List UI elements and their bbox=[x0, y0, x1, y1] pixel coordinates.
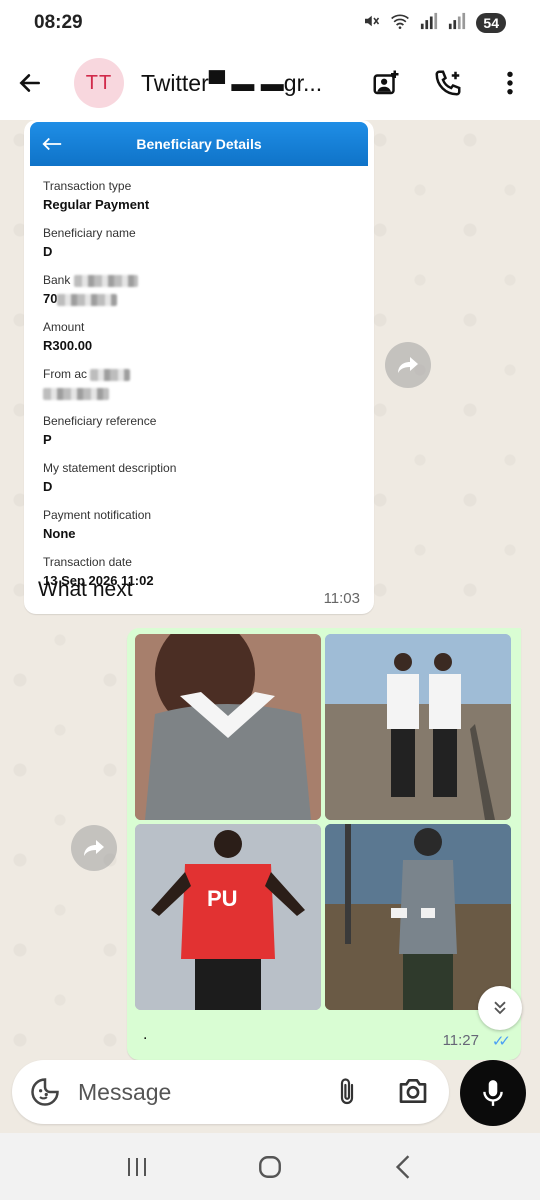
field-bank: Bank 70 bbox=[30, 273, 368, 307]
add-media-button[interactable] bbox=[370, 67, 402, 99]
redaction-blur bbox=[90, 368, 131, 381]
field-payment-notification: Payment notification None bbox=[30, 508, 368, 542]
field-amount: Amount R300.00 bbox=[30, 320, 368, 354]
field-label: Beneficiary name bbox=[43, 226, 136, 240]
redaction-blur bbox=[43, 387, 109, 400]
receipt-title: Beneficiary Details bbox=[136, 136, 262, 152]
message-caption: What next bbox=[38, 578, 133, 601]
field-beneficiary-name: Beneficiary name D bbox=[30, 226, 368, 260]
receipt-screenshot[interactable]: Beneficiary Details Transaction type Reg… bbox=[30, 122, 368, 588]
forward-button[interactable] bbox=[385, 342, 431, 388]
field-label: From ac bbox=[43, 367, 368, 381]
field-label: Amount bbox=[43, 320, 85, 334]
home-icon bbox=[259, 1155, 281, 1178]
forward-icon bbox=[84, 840, 104, 856]
photo-thumbnail[interactable] bbox=[325, 634, 511, 820]
field-label-text: Bank bbox=[43, 273, 71, 287]
contact-name[interactable]: Twitter▀ ▬ ▬gr... bbox=[141, 70, 351, 97]
message-time: 11:03 bbox=[323, 590, 360, 607]
system-navigation-bar bbox=[0, 1133, 540, 1200]
attach-button[interactable] bbox=[335, 1076, 359, 1113]
home-button[interactable] bbox=[250, 1147, 290, 1187]
field-label: Transaction date bbox=[43, 555, 132, 569]
field-value: 70 bbox=[43, 291, 368, 307]
field-label: Beneficiary reference bbox=[43, 414, 157, 428]
scroll-to-bottom-button[interactable] bbox=[478, 986, 522, 1030]
receipt-title-bar: Beneficiary Details bbox=[30, 122, 368, 166]
redaction-blur bbox=[73, 274, 138, 287]
signal-icon-2 bbox=[448, 12, 466, 34]
recent-apps-icon bbox=[127, 1157, 146, 1176]
field-statement-description: My statement description D bbox=[30, 461, 368, 495]
photo-thumbnail[interactable] bbox=[325, 824, 511, 1010]
sticker-icon bbox=[31, 1078, 59, 1106]
wifi-icon bbox=[390, 12, 410, 34]
field-label-text: From ac bbox=[43, 367, 88, 381]
field-value: None bbox=[43, 526, 76, 541]
system-back-button[interactable] bbox=[383, 1147, 423, 1187]
arrow-left-icon bbox=[19, 74, 40, 92]
battery-badge: 54 bbox=[476, 13, 506, 33]
field-transaction-type: Transaction type Regular Payment bbox=[30, 179, 368, 213]
chevron-left-icon bbox=[396, 1154, 410, 1179]
field-value: Regular Payment bbox=[43, 197, 150, 212]
photo-logo-text: PU bbox=[207, 886, 238, 911]
field-value bbox=[43, 385, 368, 401]
message-input[interactable] bbox=[78, 1078, 318, 1106]
mute-icon bbox=[362, 12, 380, 34]
paperclip-icon bbox=[340, 1078, 354, 1105]
field-value: D bbox=[43, 244, 53, 259]
read-receipt-icon: ✓✓ bbox=[491, 1033, 511, 1050]
field-value-text: 70 bbox=[43, 291, 58, 306]
field-label: Transaction type bbox=[43, 179, 132, 193]
photo-person-3: PU bbox=[135, 824, 321, 1010]
status-time: 08:29 bbox=[34, 12, 83, 33]
chat-header: TT Twitter▀ ▬ ▬gr... bbox=[0, 46, 540, 120]
header-actions bbox=[370, 46, 526, 120]
photo-people-2 bbox=[325, 634, 511, 820]
voice-message-button[interactable] bbox=[460, 1060, 526, 1126]
photo-person-4 bbox=[325, 824, 511, 1010]
field-value: P bbox=[43, 432, 52, 447]
chevron-double-down-icon bbox=[494, 1001, 506, 1015]
back-button[interactable] bbox=[0, 46, 60, 120]
field-beneficiary-reference: Beneficiary reference P bbox=[30, 414, 368, 448]
field-label: My statement description bbox=[43, 461, 177, 475]
more-icon bbox=[507, 71, 513, 95]
field-label: Bank bbox=[43, 273, 368, 287]
photo-person-1 bbox=[135, 634, 321, 820]
more-button[interactable] bbox=[494, 67, 526, 99]
add-call-icon bbox=[435, 70, 461, 96]
add-call-button[interactable] bbox=[432, 67, 464, 99]
field-value: R300.00 bbox=[43, 338, 93, 353]
status-bar: 08:29 54 bbox=[0, 0, 540, 46]
composer bbox=[0, 1060, 540, 1130]
forward-button[interactable] bbox=[71, 825, 117, 871]
message-caption: . bbox=[143, 1026, 148, 1043]
receipt-back-arrow-icon bbox=[30, 136, 74, 152]
message-input-container bbox=[12, 1060, 449, 1124]
signal-icon bbox=[420, 12, 438, 34]
field-label: Payment notification bbox=[43, 508, 152, 522]
incoming-message[interactable]: Beneficiary Details Transaction type Reg… bbox=[24, 120, 374, 614]
chat-area[interactable]: Beneficiary Details Transaction type Reg… bbox=[0, 120, 540, 1060]
add-media-icon bbox=[373, 70, 399, 95]
redaction-blur bbox=[57, 293, 118, 306]
photo-thumbnail[interactable]: PU bbox=[135, 824, 321, 1010]
forward-icon bbox=[398, 357, 418, 373]
photo-thumbnail[interactable] bbox=[135, 634, 321, 820]
field-value: D bbox=[43, 479, 53, 494]
sticker-button[interactable] bbox=[12, 1077, 78, 1107]
camera-icon bbox=[399, 1079, 427, 1103]
status-icons: 54 bbox=[362, 12, 506, 34]
field-from-account: From ac bbox=[30, 367, 368, 401]
camera-button[interactable] bbox=[397, 1076, 429, 1111]
outgoing-message[interactable]: PU . 11:27 ✓✓ bbox=[127, 628, 521, 1060]
message-time: 11:27 bbox=[442, 1032, 479, 1049]
microphone-icon bbox=[483, 1080, 503, 1106]
avatar[interactable]: TT bbox=[74, 58, 124, 108]
recent-apps-button[interactable] bbox=[117, 1147, 157, 1187]
